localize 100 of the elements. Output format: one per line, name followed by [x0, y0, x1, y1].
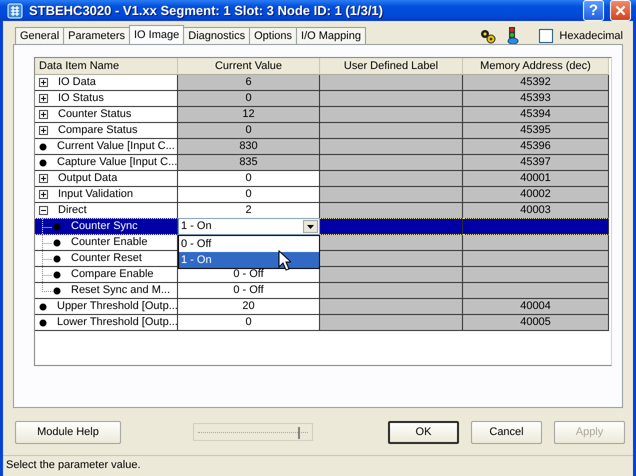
- address-cell: 45394: [463, 107, 609, 123]
- label-cell[interactable]: [320, 203, 463, 219]
- name-cell[interactable]: Output Data: [35, 171, 178, 187]
- label-cell[interactable]: [320, 155, 463, 171]
- bullet-icon: [39, 318, 47, 326]
- label-cell[interactable]: [320, 251, 463, 267]
- name-cell[interactable]: Compare Enable: [35, 267, 178, 283]
- value-cell[interactable]: 0: [178, 315, 320, 331]
- bullet-icon: [53, 286, 61, 294]
- close-button[interactable]: [610, 0, 631, 21]
- address-cell: 45395: [463, 123, 609, 139]
- item-name: Compare Status: [58, 123, 138, 138]
- dialog-button[interactable]: OK: [388, 420, 459, 444]
- address-cell: 45396: [463, 139, 609, 155]
- name-cell[interactable]: Capture Value [Input C...: [35, 155, 178, 171]
- checkbox-label: Hexadecimal: [559, 30, 623, 42]
- item-name: Output Data: [58, 171, 118, 186]
- value-cell: 12: [178, 107, 320, 123]
- expand-icon[interactable]: [39, 174, 48, 183]
- label-cell[interactable]: [320, 123, 463, 139]
- value-cell: 6: [178, 75, 320, 91]
- dropdown-button[interactable]: [303, 220, 318, 233]
- collapse-icon[interactable]: [39, 206, 48, 215]
- slider-thumb[interactable]: [298, 427, 300, 439]
- tab[interactable]: Options: [249, 27, 298, 44]
- item-name: Lower Threshold [Outp...: [57, 315, 177, 330]
- tab[interactable]: Diagnostics: [183, 27, 250, 44]
- dropdown-option[interactable]: 1 - On: [179, 252, 319, 268]
- hexadecimal-checkbox[interactable]: [539, 28, 554, 42]
- name-cell[interactable]: Input Validation: [35, 187, 178, 203]
- name-cell[interactable]: IO Data: [35, 75, 178, 91]
- help-button[interactable]: ?: [583, 0, 604, 21]
- label-cell[interactable]: [320, 299, 463, 315]
- label-cell[interactable]: [320, 235, 463, 251]
- name-cell[interactable]: Current Value [Input C...: [35, 139, 178, 155]
- value-cell[interactable]: 20: [178, 299, 320, 315]
- value-cell[interactable]: 0: [178, 171, 320, 187]
- gears-icon[interactable]: [479, 28, 498, 44]
- label-cell[interactable]: [320, 107, 463, 123]
- bullet-icon: [53, 222, 61, 230]
- label-cell[interactable]: [320, 91, 463, 107]
- address-cell: 45397: [463, 155, 609, 171]
- column-header[interactable]: Current Value: [178, 58, 320, 75]
- value-cell[interactable]: 0: [178, 187, 320, 203]
- caret-icon: [307, 224, 314, 228]
- item-name: Counter Enable: [71, 235, 148, 250]
- value-cell: 830: [178, 139, 320, 155]
- address-cell: 40003: [463, 203, 609, 219]
- tab[interactable]: I/O Mapping: [296, 27, 366, 44]
- traffic-light-icon[interactable]: [507, 26, 520, 44]
- item-name: Counter Sync: [71, 219, 138, 234]
- name-cell[interactable]: Counter Status: [35, 107, 178, 123]
- status-bar: Select the parameter value.: [3, 455, 633, 476]
- tab[interactable]: IO Image: [129, 25, 184, 44]
- name-cell[interactable]: Lower Threshold [Outp...: [35, 315, 178, 331]
- name-cell[interactable]: Reset Sync and M...: [35, 283, 178, 299]
- item-name: Input Validation: [58, 187, 134, 202]
- label-cell[interactable]: [320, 75, 463, 91]
- address-cell: 40001: [463, 171, 609, 187]
- dropdown-option[interactable]: 0 - Off: [179, 236, 319, 252]
- name-cell[interactable]: Upper Threshold [Outp...: [35, 299, 178, 315]
- tree-line-icon: [41, 219, 53, 234]
- expand-icon[interactable]: [39, 126, 48, 135]
- tree-line-icon: [41, 235, 53, 250]
- label-cell[interactable]: [320, 315, 463, 331]
- value-combobox[interactable]: 1 - On: [178, 218, 320, 235]
- column-header[interactable]: User Defined Label: [320, 58, 463, 75]
- item-name: Reset Sync and M...: [71, 283, 170, 298]
- name-cell[interactable]: Compare Status: [35, 123, 178, 139]
- tree-line-icon: [41, 251, 53, 266]
- bullet-icon: [53, 238, 61, 246]
- label-cell[interactable]: [320, 139, 463, 155]
- name-cell[interactable]: Counter Sync: [35, 218, 178, 235]
- item-name: Compare Enable: [71, 267, 154, 282]
- name-cell[interactable]: Counter Reset: [35, 251, 178, 267]
- value-cell: 0: [178, 123, 320, 139]
- bullet-icon: [53, 254, 61, 262]
- module-help-button[interactable]: Module Help: [15, 420, 121, 444]
- value-cell[interactable]: 0 - Off: [178, 283, 320, 299]
- label-cell[interactable]: [320, 187, 463, 203]
- column-header[interactable]: Memory Address (dec): [463, 58, 609, 75]
- dialog-button[interactable]: Cancel: [471, 420, 542, 444]
- expand-icon[interactable]: [39, 78, 48, 87]
- name-cell[interactable]: IO Status: [35, 91, 178, 107]
- app-icon: [7, 2, 23, 18]
- expand-icon[interactable]: [39, 110, 48, 119]
- tab[interactable]: Parameters: [63, 27, 130, 44]
- item-name: IO Data: [58, 75, 96, 90]
- window-title: STBEHC3020 - V1.xx Segment: 1 Slot: 3 Node ID: 1 (1/3/1): [29, 3, 384, 18]
- expand-icon[interactable]: [39, 94, 48, 103]
- column-header[interactable]: Data Item Name: [35, 58, 178, 75]
- label-cell[interactable]: [320, 171, 463, 187]
- expand-icon[interactable]: [39, 190, 48, 199]
- item-name: Capture Value [Input C...: [57, 155, 177, 170]
- name-cell[interactable]: Counter Enable: [35, 235, 178, 251]
- item-name: Current Value [Input C...: [57, 139, 175, 154]
- address-cell: 40004: [463, 299, 609, 315]
- tab[interactable]: General: [15, 27, 64, 44]
- label-cell[interactable]: [320, 283, 463, 299]
- label-cell[interactable]: [320, 267, 463, 283]
